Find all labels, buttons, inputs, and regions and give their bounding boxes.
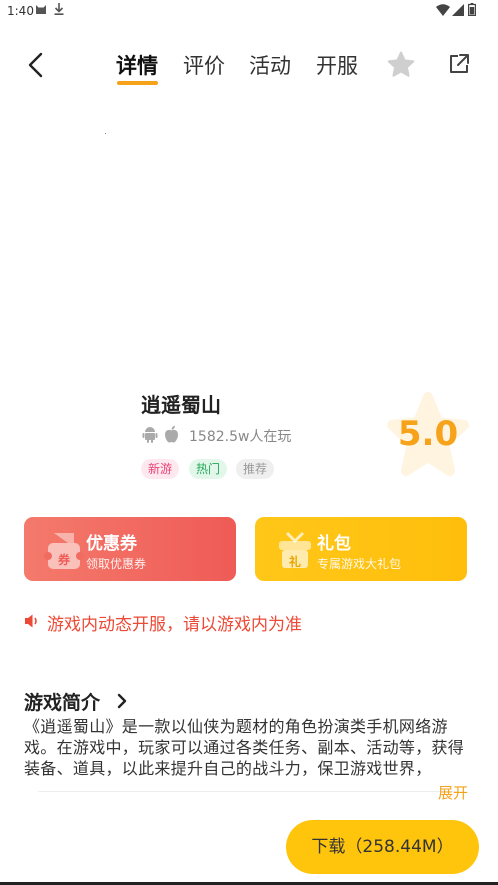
active-tab-indicator [117, 81, 158, 85]
status-bar: 1:40 [0, 0, 498, 24]
wifi-icon [436, 4, 450, 16]
status-time: 1:40 [7, 4, 34, 18]
tab-details[interactable]: 详情 [116, 50, 158, 80]
tab-servers[interactable]: 开服 [316, 50, 358, 80]
tag-hot: 热门 [189, 459, 228, 479]
apple-icon [165, 425, 178, 443]
gift-card[interactable]: 礼 礼包 专属游戏大礼包 [255, 517, 467, 581]
notice-text: 游戏内动态开服，请以游戏内为准 [47, 615, 302, 635]
coupon-card[interactable]: 券 优惠券 领取优惠券 [24, 517, 236, 581]
tag-recommended: 推荐 [236, 459, 275, 479]
game-title: 逍遥蜀山 [141, 393, 221, 417]
battery-icon [468, 3, 476, 16]
tag-new: 新游 [141, 459, 180, 479]
coupon-subtitle: 领取优惠券 [86, 557, 147, 571]
top-nav: 详情 评价 活动 开服 [0, 40, 498, 90]
intro-heading[interactable]: 游戏简介 [24, 688, 100, 715]
signal-icon [452, 4, 464, 16]
share-external-icon[interactable] [447, 52, 471, 76]
tab-reviews[interactable]: 评价 [183, 50, 225, 80]
tab-activities[interactable]: 活动 [249, 50, 291, 80]
gift-title: 礼包 [317, 534, 351, 554]
coupon-title: 优惠券 [86, 534, 137, 554]
player-count: 1582.5w人在玩 [189, 429, 292, 445]
download-notification-icon [54, 3, 64, 15]
media-banner [0, 100, 498, 370]
download-button[interactable]: 下载（258.44M） [286, 820, 479, 874]
chevron-right-icon[interactable] [116, 692, 128, 710]
notification-app-icon [36, 5, 46, 14]
back-arrow-icon[interactable] [24, 52, 48, 78]
rating-score: 5.0 [397, 414, 459, 454]
speaker-icon [25, 614, 37, 628]
gift-subtitle: 专属游戏大礼包 [317, 557, 402, 571]
expand-link[interactable]: 展开 [438, 782, 468, 803]
android-icon [142, 427, 158, 443]
coupon-icon-char: 券 [58, 553, 71, 567]
intro-text: 《逍遥蜀山》是一款以仙侠为题材的角色扮演类手机网络游戏。在游戏中，玩家可以通过各… [24, 717, 465, 778]
media-placeholder-dot [105, 133, 106, 134]
gift-icon-char: 礼 [289, 555, 302, 569]
divider [38, 791, 458, 792]
favorite-star-icon[interactable] [386, 50, 416, 80]
